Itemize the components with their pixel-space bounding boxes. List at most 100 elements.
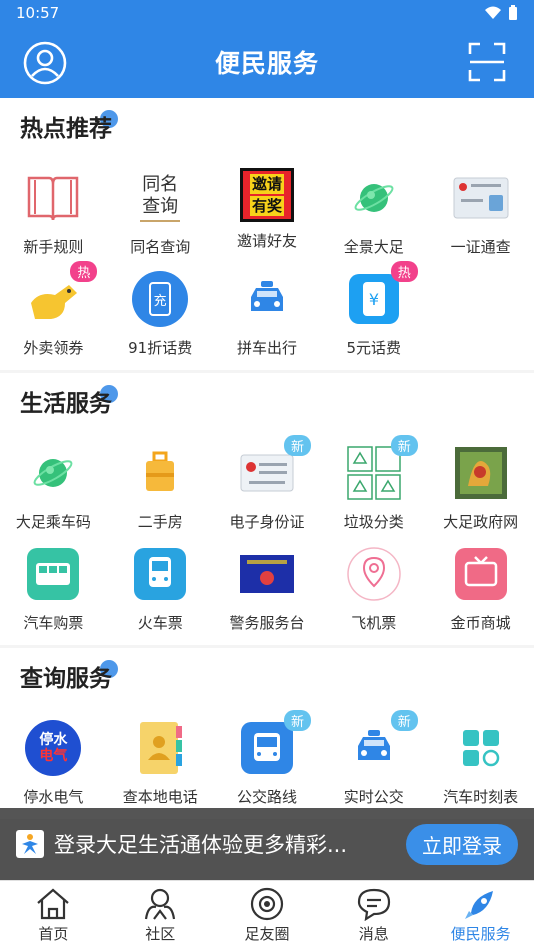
wifi-icon bbox=[485, 6, 501, 19]
service-label: 同名查询 bbox=[130, 238, 191, 256]
phonebook-icon bbox=[140, 722, 183, 774]
login-button[interactable]: 立即登录 bbox=[406, 823, 518, 865]
service-item-bus-ticket[interactable]: 汽车购票 bbox=[0, 538, 107, 639]
content-scroll[interactable]: 热点推荐 新手规则 同名 查询 同名查询 邀请 有奖 邀请好友 全景大足 一证通… bbox=[0, 98, 534, 878]
service-label: 飞机票 bbox=[351, 614, 397, 632]
service-label: 外卖领券 bbox=[23, 339, 84, 357]
e-id-card-icon bbox=[240, 454, 294, 492]
status-icons bbox=[484, 5, 518, 21]
service-label: 实时公交 bbox=[343, 788, 404, 806]
phone-yuan-icon: ¥ bbox=[348, 274, 399, 324]
service-item-outage[interactable]: 停水 电气 停水电气 bbox=[0, 712, 107, 813]
service-label: 电子身份证 bbox=[229, 513, 305, 531]
tab-label: 社区 bbox=[145, 925, 176, 943]
service-item-train[interactable]: 火车票 bbox=[107, 538, 214, 639]
green-planet-icon bbox=[33, 459, 73, 487]
tab-label: 足友圈 bbox=[244, 925, 290, 943]
service-label: 警务服务台 bbox=[229, 614, 305, 632]
same-name-query-icon: 同名 查询 bbox=[130, 168, 190, 228]
community-icon bbox=[145, 888, 176, 920]
tab-convenience-services[interactable]: 便民服务 bbox=[427, 881, 534, 950]
app-bar: 便民服务 bbox=[0, 26, 534, 98]
service-item-flight[interactable]: 飞机票 bbox=[320, 538, 427, 639]
svg-text:¥: ¥ bbox=[369, 290, 379, 309]
scan-icon bbox=[468, 42, 506, 82]
service-item-schedule[interactable]: 汽车时刻表 bbox=[427, 712, 534, 813]
service-item-bus-code[interactable]: 大足乘车码 bbox=[0, 437, 107, 538]
section-title-text: 查询服务 bbox=[20, 666, 112, 692]
scan-button[interactable] bbox=[468, 42, 506, 82]
service-item-carpool[interactable]: 拼车出行 bbox=[214, 263, 321, 364]
service-item-realtime-bus[interactable]: 新 实时公交 bbox=[320, 710, 427, 813]
new-badge: 新 bbox=[390, 435, 418, 456]
service-item-5yuan-charge[interactable]: ¥ 热 5元话费 bbox=[320, 261, 427, 364]
book-icon bbox=[28, 176, 79, 221]
location-pin-icon bbox=[347, 547, 401, 601]
user-avatar-icon bbox=[23, 41, 67, 85]
camera-circle-icon bbox=[250, 887, 284, 921]
new-badge: 新 bbox=[283, 710, 311, 731]
water-electric-icon: 停水 电气 bbox=[25, 720, 82, 776]
service-label: 垃圾分类 bbox=[343, 513, 404, 531]
service-label: 查本地电话 bbox=[122, 788, 198, 806]
tab-community[interactable]: 社区 bbox=[107, 881, 214, 950]
government-logo-icon bbox=[454, 447, 507, 499]
service-label: 邀请好友 bbox=[236, 232, 297, 250]
service-item-invite[interactable]: 邀请 有奖 邀请好友 bbox=[214, 162, 321, 263]
id-card-icon bbox=[453, 177, 509, 219]
taxi-icon bbox=[250, 281, 283, 311]
service-label: 91折话费 bbox=[128, 339, 193, 357]
service-label: 大足乘车码 bbox=[15, 513, 91, 531]
luggage-icon bbox=[146, 451, 175, 491]
service-item-rules[interactable]: 新手规则 bbox=[0, 162, 107, 263]
service-label: 一证通查 bbox=[450, 238, 511, 256]
service-item-discount-charge[interactable]: 充 91折话费 bbox=[107, 263, 214, 364]
service-item-same-name[interactable]: 同名 查询 同名查询 bbox=[107, 162, 214, 263]
section-hot: 热点推荐 新手规则 同名 查询 同名查询 邀请 有奖 邀请好友 全景大足 一证通… bbox=[0, 98, 534, 370]
service-label: 大足政府网 bbox=[443, 513, 519, 531]
tab-messages[interactable]: 消息 bbox=[320, 881, 427, 950]
invite-reward-icon: 邀请 有奖 bbox=[239, 168, 294, 222]
service-item-gov-web[interactable]: 大足政府网 bbox=[427, 437, 534, 538]
section-title: 查询服务 bbox=[0, 648, 534, 704]
bottom-tab-bar: 首页 社区 足友圈 消息 便民服务 bbox=[0, 880, 534, 950]
service-item-bus-route[interactable]: 新 公交路线 bbox=[214, 710, 321, 813]
tab-label: 消息 bbox=[358, 925, 389, 943]
service-item-panorama[interactable]: 全景大足 bbox=[320, 162, 427, 263]
service-label: 新手规则 bbox=[23, 238, 84, 256]
new-badge: 新 bbox=[390, 710, 418, 731]
green-planet-icon bbox=[354, 184, 394, 212]
service-label: 公交路线 bbox=[236, 788, 297, 806]
service-label: 拼车出行 bbox=[236, 339, 297, 357]
rocket-icon bbox=[464, 891, 493, 919]
service-item-garbage[interactable]: 新 垃圾分类 bbox=[320, 435, 427, 538]
schedule-grid-icon bbox=[462, 730, 499, 767]
hot-badge: 热 bbox=[390, 261, 418, 282]
service-label: 二手房 bbox=[137, 513, 183, 531]
battery-icon bbox=[509, 5, 517, 20]
phone-charge-icon: 充 bbox=[132, 271, 189, 327]
login-banner-text: 登录大足生活通体验更多精彩... bbox=[54, 833, 348, 857]
realtime-bus-icon bbox=[357, 730, 390, 760]
service-item-second-house[interactable]: 二手房 bbox=[107, 437, 214, 538]
service-item-phonebook[interactable]: 查本地电话 bbox=[107, 712, 214, 813]
bus-ticket-icon bbox=[27, 548, 80, 600]
section-life: 生活服务 大足乘车码 二手房 新 电子身份证 新 垃圾分类 大足政府网 汽车购票… bbox=[0, 373, 534, 645]
service-item-e-id[interactable]: 新 电子身份证 bbox=[214, 435, 321, 538]
bus-route-icon bbox=[240, 722, 293, 774]
section-title-text: 热点推荐 bbox=[20, 116, 112, 142]
service-item-takeout[interactable]: 热 外卖领券 bbox=[0, 261, 107, 364]
train-icon bbox=[134, 548, 187, 600]
tab-home[interactable]: 首页 bbox=[0, 881, 107, 950]
profile-button[interactable] bbox=[22, 40, 68, 86]
service-label: 停水电气 bbox=[23, 788, 84, 806]
service-label: 全景大足 bbox=[343, 238, 404, 256]
tab-friend-circle[interactable]: 足友圈 bbox=[214, 881, 321, 950]
section-title-text: 生活服务 bbox=[20, 391, 112, 417]
service-label: 金币商城 bbox=[450, 614, 511, 632]
section-title: 生活服务 bbox=[0, 373, 534, 429]
service-item-id-check[interactable]: 一证通查 bbox=[427, 162, 534, 263]
service-item-police[interactable]: 警务服务台 bbox=[214, 538, 321, 639]
service-label: 汽车购票 bbox=[23, 614, 84, 632]
service-item-coin-mall[interactable]: 金币商城 bbox=[427, 538, 534, 639]
